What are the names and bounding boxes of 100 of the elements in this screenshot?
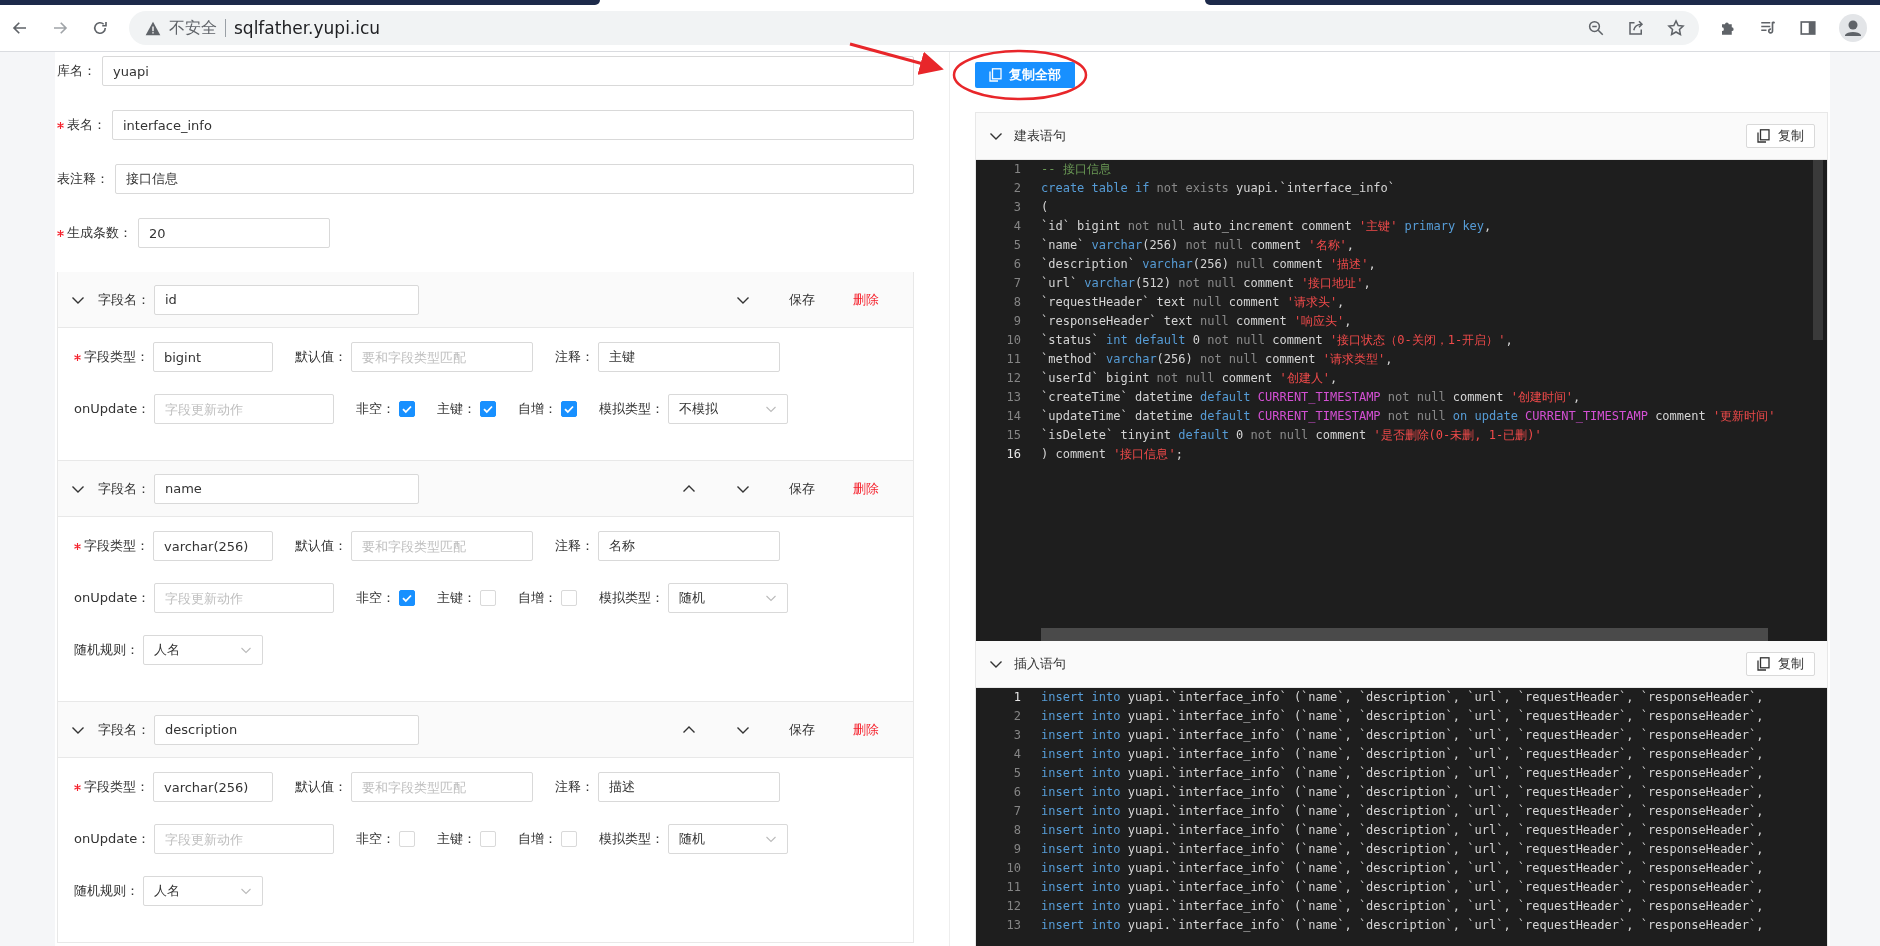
delete-link[interactable]: 删除 [853, 479, 879, 498]
delete-link[interactable]: 删除 [853, 290, 879, 309]
number-input[interactable]: 20 [138, 218, 330, 248]
text-input[interactable]: 字段更新动作 [154, 394, 335, 424]
line-number: 3 [1012, 199, 1022, 216]
select-field[interactable]: 不模拟 [668, 394, 789, 424]
checkbox[interactable] [480, 401, 497, 417]
field-label: onUpdate： [74, 589, 151, 607]
text-input[interactable]: yuapi [102, 56, 914, 86]
line-number: 12 [1005, 370, 1022, 387]
delete-link[interactable]: 删除 [853, 720, 879, 739]
reload-icon[interactable] [91, 19, 109, 37]
text-input[interactable]: 主键 [598, 342, 780, 372]
field-label: 自增： [518, 830, 558, 848]
field-label: 非空： [356, 589, 396, 607]
field-label: 主键： [437, 589, 477, 607]
code-line: `updateTime` datetime default CURRENT_TIMESTAMP not null on update CURRENT_TIMESTAMP comment '更新时间' [1041, 408, 1776, 425]
section-title: 建表语句 [1014, 127, 1067, 145]
text-input[interactable]: 接口信息 [115, 164, 914, 194]
text-input[interactable]: description [154, 714, 419, 745]
save-link[interactable]: 保存 [789, 290, 815, 309]
text-input[interactable]: 名称 [598, 531, 780, 561]
code-line: insert into yuapi.`interface_info` (`name`, `description`, `url`, `requestHeader`, `responseHeader`, [1041, 765, 1764, 782]
copy-button[interactable]: 复制 [1746, 124, 1815, 148]
field-label: 注释： [555, 778, 594, 796]
line-number: 6 [1012, 256, 1022, 273]
field-label: 默认值： [295, 778, 347, 796]
address-bar[interactable]: 不安全 sqlfather.yupi.icu [129, 11, 1699, 45]
field-label: 非空： [356, 400, 396, 418]
code-line: insert into yuapi.`interface_info` (`name`, `description`, `url`, `requestHeader`, `responseHeader`, [1041, 898, 1764, 915]
text-input[interactable]: 字段更新动作 [154, 824, 335, 854]
select-field[interactable]: 随机 [668, 824, 789, 854]
code-line: `method` varchar(256) not null comment '请求类型', [1041, 351, 1393, 368]
code-line: `name` varchar(256) not null comment '名称', [1041, 237, 1355, 254]
field-label: 表注释： [57, 170, 109, 188]
code-line: ( [1041, 199, 1049, 216]
line-number: 2 [1012, 708, 1022, 725]
side-panel-icon[interactable] [1799, 19, 1817, 37]
code-line: `url` varchar(512) not null comment '接口地址', [1041, 275, 1371, 292]
code-line: insert into yuapi.`interface_info` (`name`, `description`, `url`, `requestHeader`, `responseHeader`, [1041, 708, 1764, 725]
scrollbar-thumb[interactable] [1041, 628, 1768, 641]
select-field[interactable]: 人名 [143, 635, 263, 665]
text-input[interactable]: 要和字段类型匹配 [351, 342, 533, 372]
line-number: 3 [1012, 727, 1022, 744]
text-input[interactable]: name [154, 473, 419, 504]
text-input[interactable]: 要和字段类型匹配 [351, 772, 533, 802]
field-label: 字段名： [98, 720, 150, 739]
save-link[interactable]: 保存 [789, 479, 815, 498]
line-number: 13 [1005, 389, 1022, 406]
field-label: 字段名： [98, 479, 150, 498]
text-input[interactable]: bigint [153, 342, 273, 372]
field-label: 模拟类型： [599, 830, 665, 848]
bookmark-star-icon[interactable] [1667, 19, 1685, 37]
select-field[interactable]: 人名 [143, 876, 263, 906]
code-line: -- 接口信息 [1041, 161, 1111, 178]
text-input[interactable]: varchar(256) [153, 772, 273, 802]
line-number: 5 [1012, 765, 1022, 782]
code-line: `requestHeader` text null comment '请求头', [1041, 294, 1345, 311]
checkbox[interactable] [561, 401, 578, 417]
code-line: `userId` bigint not null comment '创建人', [1041, 370, 1338, 387]
text-input[interactable]: interface_info [112, 110, 914, 140]
field-label: 字段类型： [84, 348, 149, 366]
field-label: 生成条数： [67, 224, 132, 242]
field-label: 随机规则： [74, 882, 139, 900]
code-line: insert into yuapi.`interface_info` (`name`, `description`, `url`, `requestHeader`, `responseHeader`, [1041, 860, 1764, 877]
playlist-icon[interactable] [1759, 19, 1777, 37]
code-line: insert into yuapi.`interface_info` (`name`, `description`, `url`, `requestHeader`, `responseHeader`, [1041, 803, 1764, 820]
back-icon[interactable] [11, 19, 29, 37]
text-input[interactable]: 字段更新动作 [154, 583, 335, 613]
copy-button[interactable]: 复制 [1746, 652, 1815, 676]
field-label: 主键： [437, 830, 477, 848]
line-number: 11 [1005, 879, 1022, 896]
line-number: 7 [1012, 275, 1022, 292]
code-line: insert into yuapi.`interface_info` (`name`, `description`, `url`, `requestHeader`, `responseHeader`, [1041, 689, 1764, 706]
security-label: 不安全 [169, 19, 226, 37]
field-label: 库名： [57, 62, 96, 80]
line-number: 16 [1005, 446, 1022, 463]
avatar-icon[interactable] [1839, 14, 1867, 42]
text-input[interactable]: 要和字段类型匹配 [351, 531, 533, 561]
code-line: `id` bigint not null auto_increment comment '主键' primary key, [1041, 218, 1492, 235]
text-input[interactable]: 描述 [598, 772, 780, 802]
share-icon[interactable] [1627, 19, 1645, 37]
field-label: 字段类型： [84, 778, 149, 796]
field-label: 模拟类型： [599, 400, 665, 418]
line-number: 7 [1012, 803, 1022, 820]
check-icon [401, 592, 414, 604]
text-input[interactable]: id [154, 284, 419, 315]
check-icon [401, 403, 414, 415]
text-input[interactable]: varchar(256) [153, 531, 273, 561]
scrollbar-thumb[interactable] [1813, 160, 1823, 340]
code-line: insert into yuapi.`interface_info` (`name`, `description`, `url`, `requestHeader`, `responseHeader`, [1041, 841, 1764, 858]
save-link[interactable]: 保存 [789, 720, 815, 739]
field-label: 非空： [356, 830, 396, 848]
field-label: 自增： [518, 589, 558, 607]
zoom-out-icon[interactable] [1587, 19, 1605, 37]
code-line: `status` int default 0 not null comment '接口状态（0-关闭，1-开启）', [1041, 332, 1513, 349]
select-field[interactable]: 随机 [668, 583, 789, 613]
checkbox[interactable] [399, 590, 416, 606]
checkbox[interactable] [399, 401, 416, 417]
code-line: `createTime` datetime default CURRENT_TIMESTAMP not null comment '创建时间', [1041, 389, 1581, 406]
